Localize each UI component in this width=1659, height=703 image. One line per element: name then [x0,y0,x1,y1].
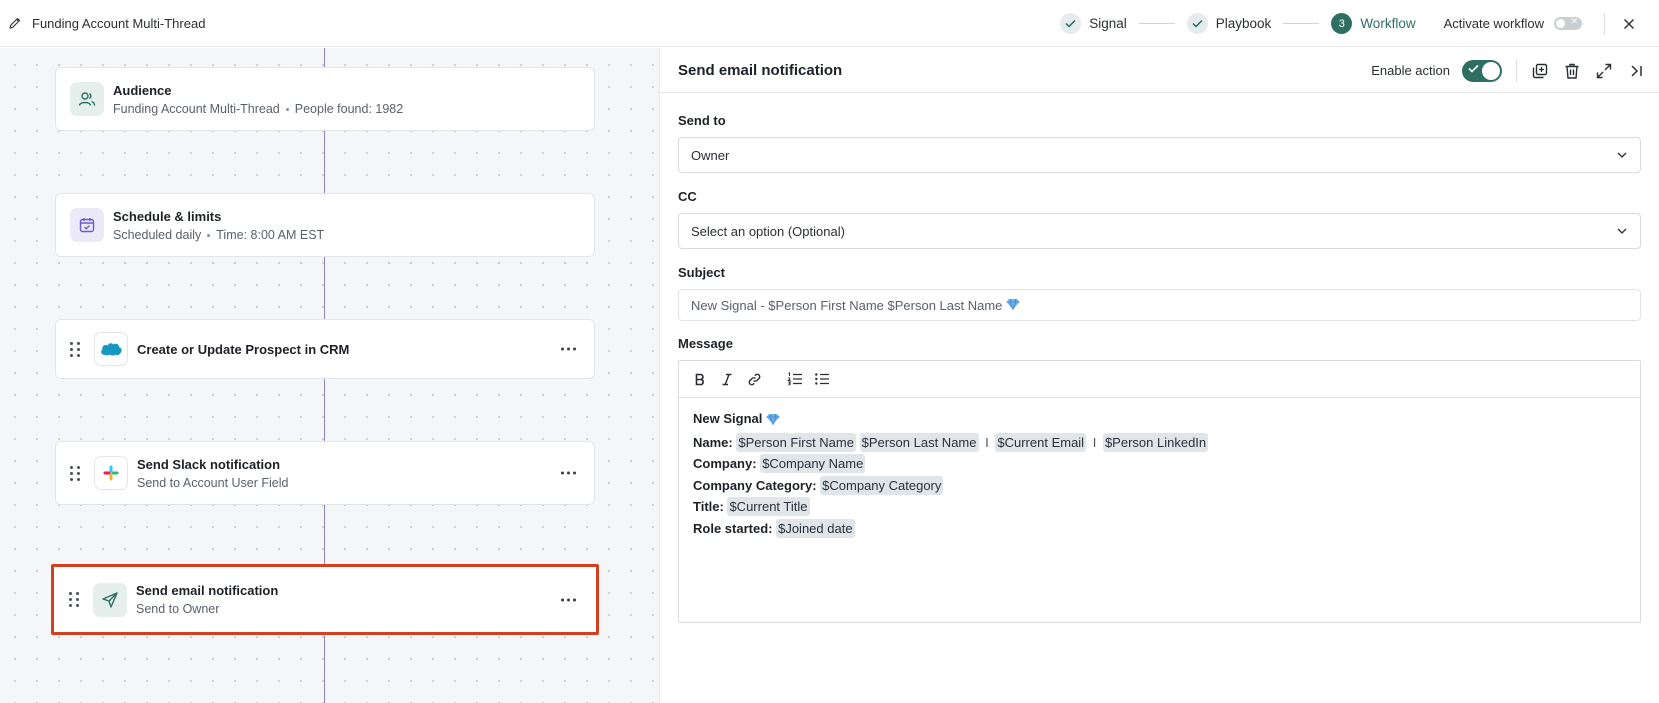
node-crm[interactable]: Create or Update Prospect in CRM [55,319,595,379]
drag-handle-icon[interactable] [69,592,83,607]
people-icon [70,82,104,116]
x-icon: ✕ [1570,16,1578,26]
chevron-down-icon [1617,152,1627,158]
step-label: Signal [1089,16,1127,31]
message-line: Name: $Person First Name $Person Last Na… [693,432,1209,452]
panel-header: Send email notification Enable action [660,48,1659,93]
top-bar: Funding Account Multi-Thread Signal Play… [0,0,1659,47]
email-form: Send to Owner CC Select an option (Optio… [660,113,1659,623]
message-body[interactable]: New Signal Name: $Person First Name $Per… [679,398,1640,549]
step-workflow[interactable]: 3 Workflow [1331,13,1416,34]
node-schedule[interactable]: Schedule & limits Scheduled daily Time: 8… [55,193,595,257]
activate-workflow-toggle[interactable]: ✕ [1554,16,1582,30]
step-number: 3 [1331,13,1353,34]
variable-token[interactable]: $Company Category [820,475,944,495]
send-to-select[interactable]: Owner [678,137,1641,173]
message-line: New Signal [693,408,1626,432]
node-subtitle: Scheduled daily Time: 8:00 AM EST [113,227,325,242]
workflow-title-area[interactable]: Funding Account Multi-Thread [0,0,205,46]
more-options-icon[interactable] [561,598,576,601]
editor-toolbar [679,361,1640,398]
salesforce-icon [94,332,128,366]
variable-token[interactable]: $Person First Name [736,432,856,452]
more-options-icon[interactable] [561,471,576,475]
duplicate-icon[interactable] [1529,60,1551,82]
node-email[interactable]: Send email notification Send to Owner [51,564,599,635]
close-button[interactable] [1617,12,1641,36]
bullet-list-icon[interactable] [813,370,831,388]
message-line: Company Category: $Company Category [693,475,944,495]
step-divider [1138,23,1175,24]
variable-token[interactable]: $Current Title [727,497,810,516]
cc-label: CC [678,189,697,204]
message-line: Role started: $Joined date [693,518,855,538]
step-label: Workflow [1360,16,1416,31]
node-subtitle: Send to Account User Field [137,475,289,490]
variable-token[interactable]: $Company Name [760,454,866,473]
cc-select[interactable]: Select an option (Optional) [678,213,1641,249]
italic-icon[interactable] [718,370,736,388]
link-icon[interactable] [745,370,763,388]
gem-icon [766,410,780,432]
check-icon [1468,64,1479,73]
ordered-list-icon[interactable] [786,370,804,388]
workflow-title[interactable]: Funding Account Multi-Thread [32,16,205,31]
message-line: Company: $Company Name [693,454,866,473]
action-panel: Send email notification Enable action Se… [659,48,1659,703]
step-signal[interactable]: Signal [1060,13,1127,34]
check-icon [1186,13,1208,34]
message-label: Message [678,336,733,351]
variable-token[interactable]: $Joined date [776,518,855,538]
step-label: Playbook [1215,16,1272,31]
close-icon [1624,18,1634,29]
workflow-canvas[interactable]: Audience Funding Account Multi-Thread Peo… [0,48,659,703]
enable-action-label: Enable action [1371,63,1450,78]
send-to-label: Send to [678,113,726,128]
divider [1604,12,1605,35]
node-title: Schedule & limits [113,208,222,224]
cc-placeholder: Select an option (Optional) [691,223,845,239]
divider [1516,59,1517,82]
panel-title: Send email notification [678,61,843,79]
message-editor[interactable]: New Signal Name: $Person First Name $Per… [678,360,1641,623]
node-title: Audience [113,82,172,98]
step-playbook[interactable]: Playbook [1186,13,1272,34]
gem-icon [1006,298,1020,313]
node-slack[interactable]: Send Slack notification Send to Account … [55,441,595,505]
trash-icon[interactable] [1561,60,1583,82]
collapse-panel-icon[interactable] [1625,60,1647,82]
more-options-icon[interactable] [561,347,576,351]
node-title: Create or Update Prospect in CRM [137,341,350,357]
send-to-value: Owner [691,147,730,163]
drag-handle-icon[interactable] [70,341,84,357]
node-title: Send Slack notification [137,456,281,472]
variable-token[interactable]: $Current Email [995,432,1087,452]
stepper: Signal Playbook 3 Workflow Activate work… [1060,0,1659,47]
check-icon [1060,13,1082,34]
node-title: Send email notification [136,583,279,598]
enable-action-toggle[interactable] [1462,59,1502,82]
message-line: Title: $Current Title [693,497,810,516]
node-subtitle: Funding Account Multi-Thread People found… [113,101,404,116]
pencil-icon[interactable] [8,16,22,30]
node-audience[interactable]: Audience Funding Account Multi-Thread Peo… [55,67,595,131]
node-subtitle: Send to Owner [136,602,220,616]
step-divider [1283,23,1320,24]
slack-icon [94,456,128,490]
variable-token[interactable]: $Person LinkedIn [1102,432,1209,452]
subject-label: Subject [678,265,725,280]
bold-icon[interactable] [691,370,709,388]
drag-handle-icon[interactable] [70,465,84,481]
variable-token[interactable]: $Person Last Name [859,432,979,452]
expand-icon[interactable] [1593,60,1615,82]
subject-value: New Signal - $Person First Name $Person … [691,297,1003,313]
chevron-down-icon [1617,228,1627,234]
activate-workflow-label: Activate workflow [1443,16,1544,31]
subject-input[interactable]: New Signal - $Person First Name $Person … [678,289,1641,321]
paper-plane-icon [93,582,127,617]
calendar-icon [70,208,104,242]
